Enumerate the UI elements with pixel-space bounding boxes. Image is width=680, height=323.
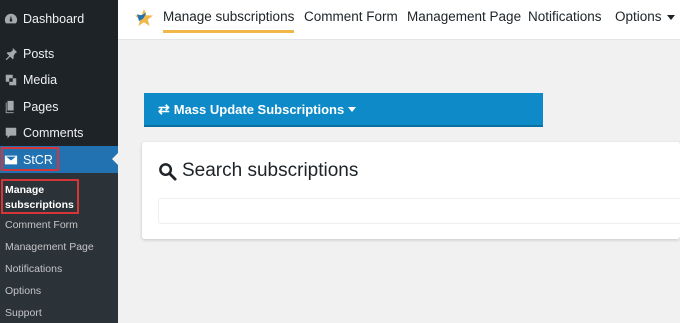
current-menu-arrow [112,153,118,165]
search-icon [159,162,177,181]
submenu-item-management-page[interactable]: Management Page [5,241,94,253]
tab-management-page[interactable]: Management Page [407,9,521,24]
sidebar-item-label: Pages [23,100,59,114]
sidebar-item-label: Posts [23,47,55,61]
panel-title-text: Search subscriptions [182,160,359,181]
stcr-highlight-box [1,147,59,171]
pages-icon [3,99,19,115]
swap-arrows-icon: ⇄ [158,100,170,117]
chevron-down-icon [348,106,357,112]
dashboard-icon [3,11,19,27]
media-icon [3,72,19,88]
comment-icon [3,125,19,141]
sidebar-item-label: Media [23,73,58,87]
manage-subscriptions-highlight-box [1,179,79,214]
plugin-logo-icon [135,9,153,26]
admin-sidebar: Dashboard Posts Media Pages Comments StC… [0,0,118,323]
tab-options-label: Options [615,9,662,24]
sidebar-item-label: Comments [23,126,84,140]
submenu-item-options[interactable]: Options [5,285,41,297]
submenu-item-support[interactable]: Support [5,307,42,319]
submenu-item-notifications[interactable]: Notifications [5,263,62,275]
mass-update-dropdown[interactable]: ⇄ Mass Update Subscriptions [144,93,543,127]
sidebar-item-comments[interactable]: Comments [0,120,118,146]
mass-update-label: Mass Update Subscriptions [173,101,345,117]
sidebar-item-pages[interactable]: Pages [0,94,118,120]
tab-comment-form[interactable]: Comment Form [304,9,398,24]
sidebar-item-label: Dashboard [23,12,85,26]
pin-icon [3,46,19,62]
tab-options[interactable]: Options [615,9,675,24]
search-input[interactable] [158,198,680,224]
tab-manage-subscriptions[interactable]: Manage subscriptions [163,9,295,33]
tab-notifications[interactable]: Notifications [528,9,602,24]
panel-title: Search subscriptions [158,160,358,182]
sidebar-item-posts[interactable]: Posts [0,41,118,67]
sidebar-item-media[interactable]: Media [0,67,118,93]
sidebar-item-dashboard[interactable]: Dashboard [0,6,118,32]
submenu-item-comment-form[interactable]: Comment Form [5,219,78,231]
chevron-down-icon [666,14,675,20]
plugin-tab-bar: Manage subscriptions Comment Form Manage… [118,0,680,40]
search-subscriptions-panel: Search subscriptions [142,142,680,239]
